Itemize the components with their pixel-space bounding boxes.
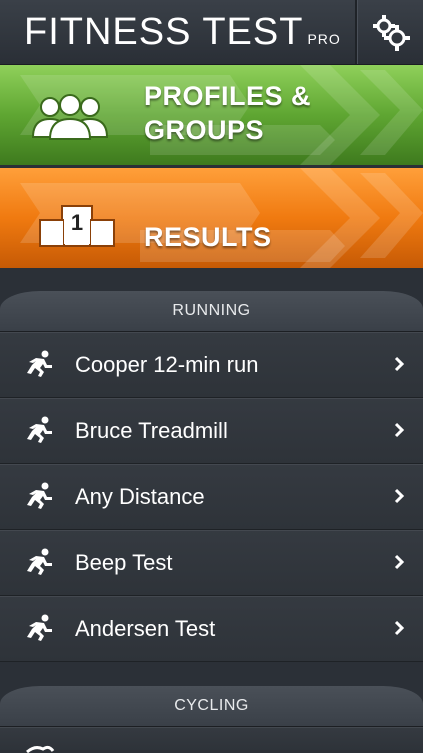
list-item-label: Bruce Treadmill: [75, 418, 228, 443]
podium-number: 1: [70, 210, 84, 235]
people-icon: [31, 94, 109, 140]
runner-icon: [27, 350, 52, 377]
section-header-cycling: CYCLING: [0, 686, 423, 727]
profiles-groups-line1: PROFILES &: [144, 81, 312, 111]
runner-icon: [27, 416, 52, 443]
chevron-right-icon: [394, 554, 405, 570]
profiles-groups-line2: GROUPS: [144, 115, 265, 145]
list-item-cycling-partial[interactable]: [0, 727, 423, 753]
profiles-groups-banner[interactable]: PROFILES & GROUPS: [0, 65, 423, 168]
list-item-cooper[interactable]: Cooper 12-min run: [0, 332, 423, 398]
app-title: FITNESS TEST PRO: [24, 10, 341, 61]
list-item-any-distance[interactable]: Any Distance: [0, 464, 423, 530]
chevron-right-icon: [394, 488, 405, 504]
list-item-beep-test[interactable]: Beep Test: [0, 530, 423, 596]
runner-icon: [27, 614, 52, 641]
chevron-right-icon: [394, 620, 405, 636]
runner-icon: [27, 548, 52, 575]
settings-button[interactable]: [355, 0, 423, 64]
list-item-label: Beep Test: [75, 550, 173, 575]
list-item-bruce[interactable]: Bruce Treadmill: [0, 398, 423, 464]
list-item-andersen[interactable]: Andersen Test: [0, 596, 423, 662]
chevron-right-icon: [394, 422, 405, 438]
section-header-running: RUNNING: [0, 291, 423, 332]
list-item-label: Cooper 12-min run: [75, 352, 259, 377]
gears-icon: [373, 15, 410, 51]
app-title-text: FITNESS TEST: [24, 11, 304, 53]
list-item-label: Andersen Test: [75, 616, 216, 641]
app-header: FITNESS TEST PRO: [0, 0, 423, 65]
results-banner[interactable]: 1 RESULTS: [0, 168, 423, 268]
cyclist-icon: [26, 745, 55, 753]
podium-icon: 1: [38, 204, 116, 248]
runner-icon: [27, 482, 52, 509]
list-item-label: Any Distance: [75, 484, 205, 509]
chevron-right-icon: [394, 356, 405, 372]
app-title-suffix: PRO: [307, 31, 341, 47]
profiles-groups-label: PROFILES & GROUPS: [144, 79, 311, 147]
results-label: RESULTS: [144, 222, 272, 252]
